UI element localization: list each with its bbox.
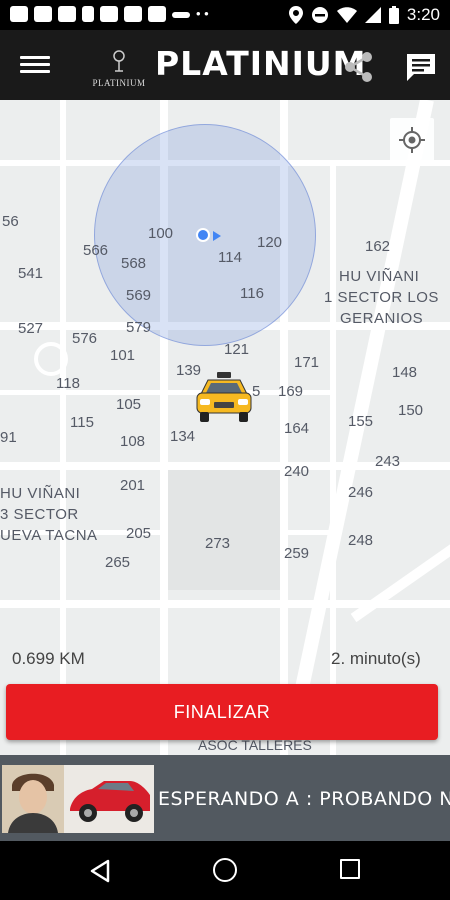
map-label: 150 bbox=[398, 402, 424, 419]
map-label: 169 bbox=[278, 383, 304, 400]
system-nav-bar bbox=[0, 841, 450, 900]
map-label: 240 bbox=[284, 463, 310, 480]
map-label: 541 bbox=[18, 265, 44, 282]
map-label: 121 bbox=[224, 341, 250, 358]
map-label: 265 bbox=[105, 554, 131, 571]
map-label: 566 bbox=[83, 242, 109, 259]
logo: PLATINIUM bbox=[88, 50, 150, 88]
map-label: 114 bbox=[218, 249, 242, 266]
status-bar: • • 3:20 bbox=[0, 0, 450, 30]
phone-icon bbox=[82, 6, 94, 22]
distance-label: 0.699 KM bbox=[12, 649, 85, 668]
mail-icon bbox=[124, 6, 142, 22]
location-icon bbox=[288, 6, 303, 24]
current-location-dot bbox=[196, 228, 210, 242]
area-label: 1 SECTOR LOS bbox=[324, 289, 439, 306]
waiting-text: ESPERANDO A : PROBANDO N bbox=[158, 788, 450, 810]
menu-icon-line bbox=[20, 70, 50, 73]
crosshair-icon bbox=[399, 127, 425, 153]
map-label: 120 bbox=[257, 234, 283, 251]
youtube-icon bbox=[58, 6, 76, 22]
map-label: 116 bbox=[240, 285, 264, 302]
map-label: 248 bbox=[348, 532, 374, 549]
map-label: 105 bbox=[116, 396, 142, 413]
gallery-icon bbox=[148, 6, 166, 22]
map-label: 101 bbox=[110, 347, 136, 364]
recents-icon[interactable] bbox=[340, 859, 360, 879]
eta-label: 2. minuto(s) bbox=[331, 649, 421, 668]
taxi-marker[interactable] bbox=[195, 372, 253, 424]
image-icon bbox=[34, 6, 52, 22]
share-icon bbox=[345, 52, 372, 82]
home-icon[interactable] bbox=[213, 858, 237, 882]
map-label: 91 bbox=[0, 429, 17, 446]
map-label: 171 bbox=[294, 354, 320, 371]
app-title: PLATINIUM bbox=[155, 44, 367, 83]
map-label: 162 bbox=[365, 238, 391, 255]
map-label: 100 bbox=[148, 225, 174, 242]
map-label: 56 bbox=[2, 213, 19, 230]
area-label: UEVA TACNA bbox=[0, 527, 98, 544]
car-photo bbox=[64, 765, 154, 833]
clock: 3:20 bbox=[406, 5, 440, 24]
roundabout bbox=[34, 342, 68, 376]
area-label: HU VIÑANI bbox=[339, 268, 420, 285]
scan-icon bbox=[100, 6, 118, 22]
map-label: 273 bbox=[205, 535, 231, 552]
battery-icon bbox=[388, 6, 399, 24]
finalize-button[interactable]: FINALIZAR bbox=[6, 684, 438, 740]
map-block bbox=[168, 470, 280, 590]
map-label: 259 bbox=[284, 545, 310, 562]
map-label: 246 bbox=[348, 484, 374, 501]
area-label: 3 SECTOR bbox=[0, 506, 79, 523]
map-label: 108 bbox=[120, 433, 146, 450]
map-label: 576 bbox=[72, 330, 98, 347]
menu-icon-line bbox=[20, 63, 50, 66]
map-label: 527 bbox=[18, 320, 44, 337]
back-icon[interactable] bbox=[88, 859, 112, 883]
map-label: 205 bbox=[126, 525, 152, 542]
area-label: HU VIÑANI bbox=[0, 485, 81, 502]
area-label: GERANIOS bbox=[340, 310, 424, 327]
wifi-icon bbox=[336, 7, 357, 23]
map-label: 568 bbox=[121, 255, 147, 272]
passenger-avatar bbox=[2, 765, 64, 833]
map-label: 579 bbox=[126, 319, 152, 336]
chat-icon bbox=[407, 54, 435, 81]
map-label: 148 bbox=[392, 364, 418, 381]
map-view[interactable]: 56 566 100 120 162 541 568 114 569 116 5… bbox=[0, 100, 450, 755]
notification-icons: • • bbox=[10, 6, 209, 22]
waiting-bar: ESPERANDO A : PROBANDO N bbox=[0, 755, 450, 841]
car-photo-icon bbox=[64, 765, 154, 833]
map-label: 134 bbox=[170, 428, 196, 445]
taxi-icon bbox=[196, 372, 252, 422]
dnd-icon bbox=[311, 7, 328, 23]
map-label: 115 bbox=[70, 414, 94, 431]
map-label: 118 bbox=[56, 375, 80, 392]
news-icon bbox=[10, 6, 28, 22]
logo-text: PLATINIUM bbox=[92, 78, 146, 88]
app-bar: PLATINIUM PLATINIUM bbox=[0, 30, 450, 100]
chat-button[interactable] bbox=[404, 50, 438, 84]
share-button[interactable] bbox=[342, 50, 376, 84]
map-label: 569 bbox=[126, 287, 152, 304]
logo-emblem-icon bbox=[113, 50, 125, 72]
heading-arrow-icon bbox=[213, 231, 221, 241]
map-label: 243 bbox=[375, 453, 401, 470]
brand-icon bbox=[172, 12, 190, 18]
map-label: 164 bbox=[284, 420, 310, 437]
more-dots-icon: • • bbox=[196, 6, 209, 21]
menu-icon-line bbox=[20, 56, 50, 59]
map-label: 201 bbox=[120, 477, 146, 494]
menu-button[interactable] bbox=[20, 52, 50, 78]
map-label: 5 bbox=[252, 383, 261, 400]
my-location-button[interactable] bbox=[390, 118, 434, 162]
signal-icon bbox=[364, 7, 381, 23]
map-label: 155 bbox=[348, 413, 374, 430]
person-photo-icon bbox=[2, 765, 64, 833]
